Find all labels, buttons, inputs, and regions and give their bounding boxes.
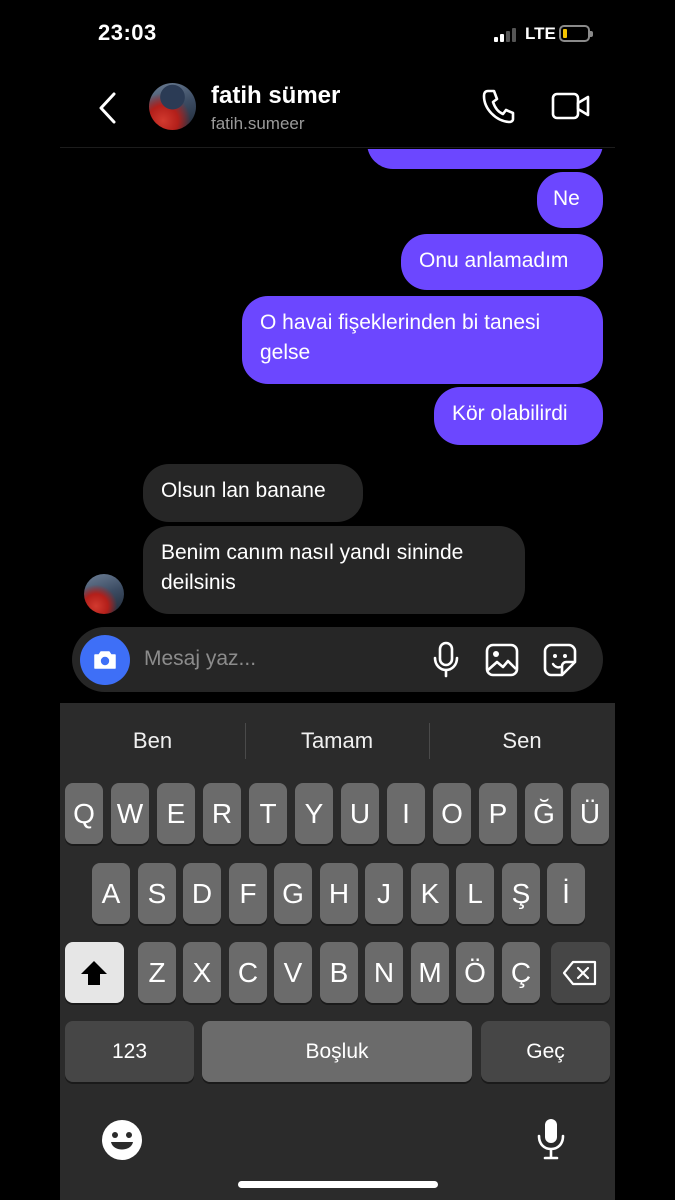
key-i-dotted[interactable]: İ (547, 863, 585, 924)
shift-arrow-icon (81, 961, 107, 985)
avatar[interactable] (149, 83, 196, 130)
message-bubble-partial (367, 149, 603, 169)
key-e[interactable]: E (157, 783, 195, 844)
chevron-left-icon[interactable] (94, 88, 124, 128)
key-a[interactable]: A (92, 863, 130, 924)
shift-key[interactable] (65, 942, 124, 1003)
key-o[interactable]: O (433, 783, 471, 844)
message-bubble-received[interactable]: Olsun lan banane (143, 464, 363, 522)
camera-icon (94, 651, 116, 669)
message-bubble-sent[interactable]: Onu anlamadım (401, 234, 603, 290)
key-t[interactable]: T (249, 783, 287, 844)
keyboard: Ben Tamam Sen Q W E R T Y U I O P Ğ Ü A … (60, 703, 615, 1200)
key-v[interactable]: V (274, 942, 312, 1003)
key-m[interactable]: M (411, 942, 449, 1003)
suggestion-item[interactable]: Ben (60, 703, 245, 779)
key-g-breve[interactable]: Ğ (525, 783, 563, 844)
backspace-key[interactable] (551, 942, 610, 1003)
return-key[interactable]: Geç (481, 1021, 610, 1082)
numbers-key[interactable]: 123 (65, 1021, 194, 1082)
key-b[interactable]: B (320, 942, 358, 1003)
key-d[interactable]: D (183, 863, 221, 924)
home-indicator[interactable] (238, 1181, 438, 1188)
chat-header: fatih sümer fatih.sumeer (60, 70, 615, 148)
status-time: 23:03 (98, 20, 157, 45)
message-bubble-sent[interactable]: Kör olabilirdi (434, 387, 603, 445)
suggestion-bar: Ben Tamam Sen (60, 703, 615, 779)
key-f[interactable]: F (229, 863, 267, 924)
key-u[interactable]: U (341, 783, 379, 844)
key-q[interactable]: Q (65, 783, 103, 844)
network-label: LTE (525, 24, 556, 43)
key-j[interactable]: J (365, 863, 403, 924)
key-l[interactable]: L (456, 863, 494, 924)
status-bar: 23:03 LTE (0, 0, 675, 70)
key-x[interactable]: X (183, 942, 221, 1003)
sender-avatar[interactable] (84, 574, 124, 614)
key-u-umlaut[interactable]: Ü (571, 783, 609, 844)
message-input[interactable]: Mesaj yaz... (144, 647, 256, 671)
camera-button[interactable] (80, 635, 130, 685)
sticker-icon[interactable] (542, 642, 578, 678)
contact-name[interactable]: fatih sümer (211, 82, 340, 110)
key-p[interactable]: P (479, 783, 517, 844)
key-w[interactable]: W (111, 783, 149, 844)
message-bubble-sent[interactable]: O havai fişeklerinden bi tanesi gelse (242, 296, 603, 384)
message-bubble-sent[interactable]: Ne (537, 172, 603, 228)
key-h[interactable]: H (320, 863, 358, 924)
space-key[interactable]: Boşluk (202, 1021, 472, 1082)
key-i[interactable]: I (387, 783, 425, 844)
backspace-icon (562, 960, 597, 986)
key-y[interactable]: Y (295, 783, 333, 844)
key-g[interactable]: G (274, 863, 312, 924)
dictation-microphone-icon[interactable] (535, 1117, 567, 1161)
key-c[interactable]: C (229, 942, 267, 1003)
microphone-icon[interactable] (431, 641, 461, 679)
key-s-cedilla[interactable]: Ş (502, 863, 540, 924)
suggestion-item[interactable]: Sen (429, 703, 615, 779)
signal-icon (494, 28, 518, 42)
key-s[interactable]: S (138, 863, 176, 924)
message-composer: Mesaj yaz... (72, 627, 603, 692)
key-c-cedilla[interactable]: Ç (502, 942, 540, 1003)
suggestion-item[interactable]: Tamam (245, 703, 429, 779)
phone-icon[interactable] (480, 87, 516, 125)
message-bubble-received[interactable]: Benim canım nasıl yandı sininde deilsini… (143, 526, 525, 614)
message-list[interactable]: Ne Onu anlamadım O havai fişeklerinden b… (60, 149, 615, 623)
key-n[interactable]: N (365, 942, 403, 1003)
key-o-umlaut[interactable]: Ö (456, 942, 494, 1003)
key-k[interactable]: K (411, 863, 449, 924)
battery-icon (559, 25, 593, 42)
key-r[interactable]: R (203, 783, 241, 844)
contact-username[interactable]: fatih.sumeer (211, 114, 305, 134)
gallery-icon[interactable] (484, 642, 520, 678)
key-z[interactable]: Z (138, 942, 176, 1003)
emoji-icon[interactable] (101, 1119, 143, 1161)
video-camera-icon[interactable] (550, 90, 592, 122)
